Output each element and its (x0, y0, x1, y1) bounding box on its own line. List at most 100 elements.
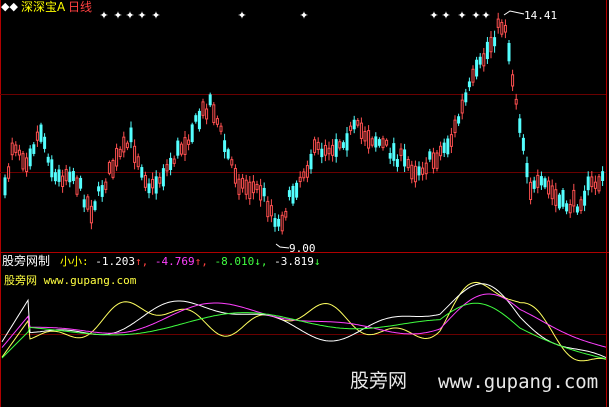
candle-body (316, 141, 320, 151)
candle-body (305, 165, 309, 178)
candle-body (277, 218, 281, 227)
candle-body (381, 138, 385, 149)
signal-star-icon: ✦ (471, 9, 480, 22)
candle-body (413, 165, 417, 183)
candle (435, 149, 439, 172)
candle (561, 187, 565, 209)
indicator-values: 小小: -1.203↑, -4.769↑, -8.010↓, -3.819↓ (60, 256, 320, 267)
candle-body (143, 175, 147, 188)
candle-body (219, 125, 223, 132)
candle-body (554, 189, 558, 206)
candle-body (140, 167, 144, 178)
candle-body (79, 177, 83, 189)
candle-body (107, 161, 111, 174)
candle-body (129, 127, 133, 143)
candle (291, 183, 295, 206)
candle-body (349, 125, 353, 132)
candle-body (478, 56, 482, 65)
candle-body (43, 136, 47, 149)
signal-star-icon: ✦ (125, 9, 134, 22)
candle-body (176, 140, 180, 156)
candle-body (251, 181, 255, 194)
candle (197, 108, 201, 132)
candle-body (302, 171, 306, 179)
candle-body (266, 200, 270, 218)
candle-body (374, 136, 378, 148)
period-label[interactable]: 日线 (68, 1, 92, 13)
candle-body (212, 104, 216, 123)
candle-body (133, 145, 137, 163)
candle (446, 135, 450, 158)
candle (500, 19, 504, 38)
candle-body (97, 186, 101, 192)
candle (111, 158, 115, 180)
candle-body (410, 164, 414, 180)
candle-body (244, 179, 248, 195)
candle-body (111, 159, 115, 178)
candle-body (75, 177, 79, 195)
candle-body (338, 141, 342, 149)
candle-body (464, 92, 468, 103)
indicator-prefix: 小小: (60, 255, 89, 268)
candle-body (428, 151, 432, 160)
candle-body (543, 178, 547, 188)
candle (557, 192, 561, 211)
candle-body (248, 181, 252, 200)
candle-body (273, 218, 277, 227)
candle (3, 174, 7, 199)
up-arrow-icon: ↑, (135, 255, 149, 268)
candle-body (439, 145, 443, 157)
down-arrow-icon: ↓ (313, 255, 321, 268)
candle-body (388, 153, 392, 159)
candle (79, 175, 83, 191)
candle-body (359, 122, 363, 139)
candle-body (471, 68, 475, 83)
candle-body (154, 176, 158, 194)
candle (75, 175, 79, 197)
candle (107, 160, 111, 176)
candle-body (14, 144, 18, 153)
candle-body (115, 147, 119, 167)
candle-body (597, 176, 601, 192)
candle-body (269, 205, 273, 217)
candle (507, 39, 511, 65)
candle-body (313, 139, 317, 153)
candle-body (201, 101, 205, 116)
candle-body (61, 175, 65, 187)
candle-body (327, 147, 331, 155)
candle-body (403, 149, 407, 167)
candle-body (295, 182, 299, 198)
candle-body (226, 149, 230, 159)
candle-body (46, 156, 50, 163)
candle-body (100, 185, 104, 197)
candle-body (280, 214, 284, 232)
candle (190, 122, 194, 144)
candle-body (421, 167, 425, 175)
signal-star-icon: ✦ (481, 9, 490, 22)
candle-body (568, 203, 572, 214)
low-price-label: 9.00 (289, 242, 316, 255)
signal-star-icon: ✦ (299, 9, 308, 22)
candle-body (223, 140, 227, 152)
candle (208, 92, 212, 108)
candle-body (453, 119, 457, 134)
candle-body (457, 116, 461, 124)
candle (28, 145, 32, 170)
signal-star-icon: ✦ (457, 9, 466, 22)
candle-body (35, 131, 39, 141)
candle-body (575, 206, 579, 213)
indicator-name[interactable]: 股旁网制 (2, 255, 50, 267)
candle-body (345, 133, 349, 151)
high-price-label: 14.41 (524, 9, 558, 22)
signal-star-icon: ✦ (151, 9, 160, 22)
candle-body (190, 124, 194, 143)
stock-title[interactable]: 深深宝A (21, 1, 65, 13)
candle-body (136, 156, 140, 168)
candle-body (539, 176, 543, 186)
signal-star-icon: ✦ (113, 9, 122, 22)
kline-chart[interactable]: ✦ ✦ ✦ ✦ ✦ ✦ ✦ ✦ ✦ ✦ ✦ ✦ (0, 0, 609, 407)
candle-body (467, 81, 471, 88)
candle-body (151, 178, 155, 189)
candle-body (507, 42, 511, 62)
candle-body (363, 130, 367, 142)
